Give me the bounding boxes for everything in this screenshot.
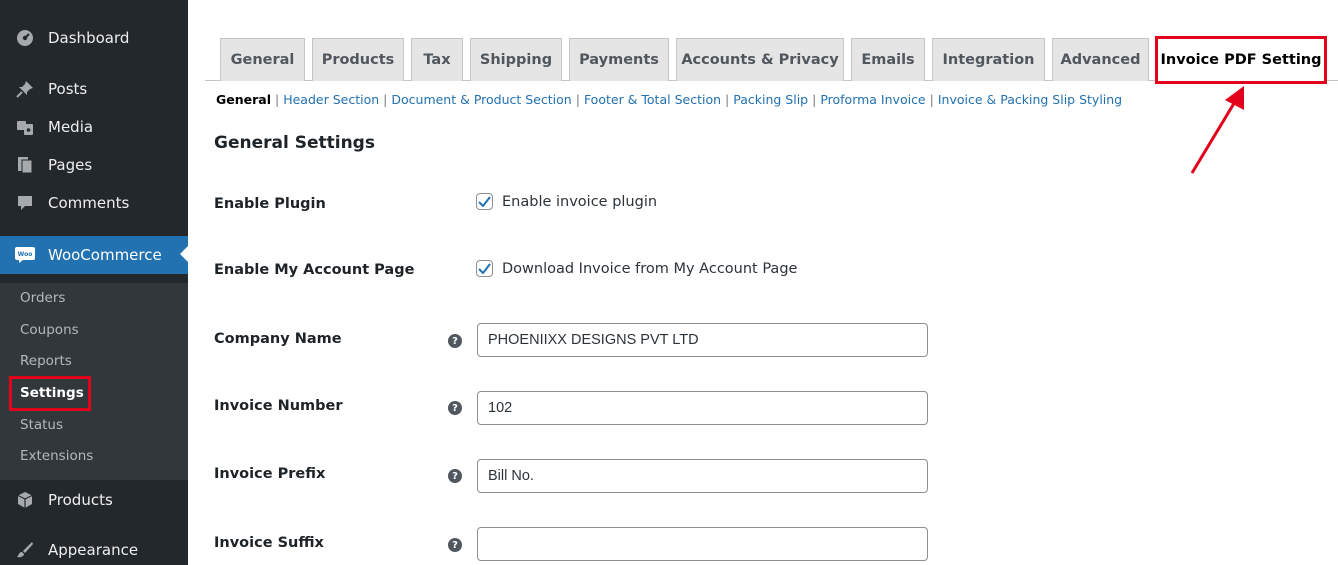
annotation-arrow-icon xyxy=(1190,86,1244,174)
